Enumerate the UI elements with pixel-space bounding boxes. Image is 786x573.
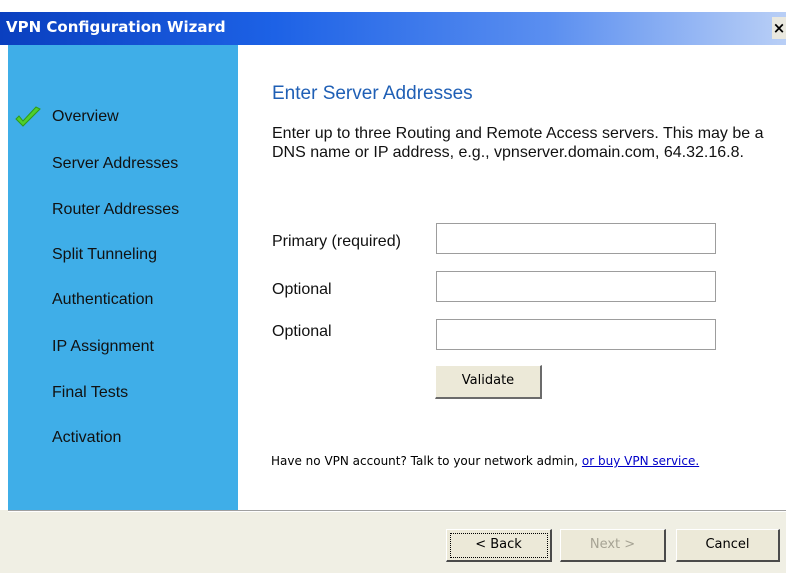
checkmark-icon	[15, 106, 41, 127]
vpn-account-note-text: Have no VPN account? Talk to your networ…	[271, 454, 582, 468]
back-button[interactable]: < Back	[446, 529, 552, 562]
window-title: VPN Configuration Wizard	[6, 18, 226, 36]
sidebar-step-authentication: Authentication	[52, 291, 154, 308]
cancel-button[interactable]: Cancel	[676, 529, 780, 562]
sidebar-step-server-addresses: Server Addresses	[52, 155, 179, 172]
window-titlebar: VPN Configuration Wizard ×	[0, 0, 786, 45]
sidebar-step-ip-assignment: IP Assignment	[52, 338, 154, 355]
optional-server-2-label: Optional	[272, 323, 332, 340]
optional-server-2-input[interactable]	[436, 319, 716, 350]
vpn-account-note: Have no VPN account? Talk to your networ…	[271, 454, 699, 468]
close-button[interactable]: ×	[772, 17, 786, 39]
validate-button[interactable]: Validate	[435, 365, 542, 399]
sidebar-step-overview: Overview	[52, 108, 119, 125]
sidebar-step-router-addresses: Router Addresses	[52, 201, 180, 218]
page-title: Enter Server Addresses	[272, 83, 473, 104]
sidebar-step-final-tests: Final Tests	[52, 384, 129, 401]
page-description: Enter up to three Routing and Remote Acc…	[272, 125, 764, 161]
primary-server-label: Primary (required)	[272, 233, 401, 250]
primary-server-input[interactable]	[436, 223, 716, 254]
wizard-steps-sidebar	[8, 45, 238, 510]
footer-divider-highlight	[8, 511, 786, 512]
optional-server-1-input[interactable]	[436, 271, 716, 302]
sidebar-step-activation: Activation	[52, 429, 122, 446]
buy-vpn-service-link[interactable]: or buy VPN service.	[582, 454, 699, 468]
optional-server-1-label: Optional	[272, 281, 332, 298]
sidebar-step-split-tunneling: Split Tunneling	[52, 246, 157, 263]
wizard-footer	[0, 510, 786, 573]
next-button[interactable]: Next >	[560, 529, 666, 562]
